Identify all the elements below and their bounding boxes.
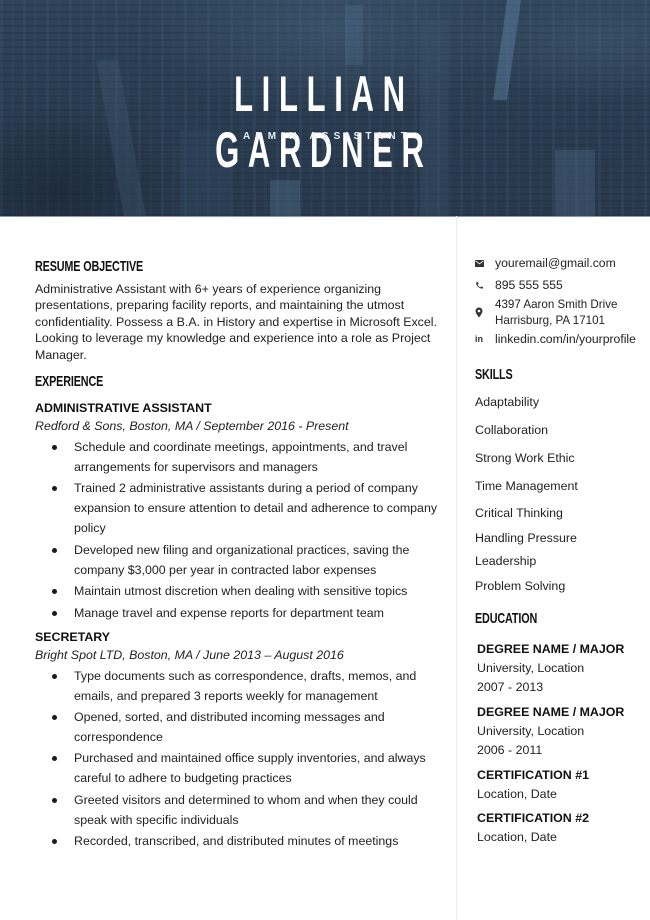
job-bullets: Schedule and coordinate meetings, appoin… <box>35 437 440 623</box>
certification-title: CERTIFICATION #1 <box>477 768 589 783</box>
bullet-item: Type documents such as correspondence, d… <box>35 666 440 706</box>
contact-linkedin: in linkedin.com/in/yourprofile <box>475 331 645 347</box>
sidebar-column: youremail@gmail.com 895 555 555 4397 Aar… <box>475 255 645 847</box>
background-building <box>555 150 595 216</box>
skill-item: Critical Thinking <box>475 506 563 521</box>
skill-item: Time Management <box>475 479 578 494</box>
bullet-item: Developed new filing and organizational … <box>35 540 440 580</box>
bullet-dot-icon <box>52 714 57 720</box>
candidate-name: LILLIAN GARDNER <box>215 66 433 178</box>
objective-section: RESUME OBJECTIVE Administrative Assistan… <box>35 257 440 363</box>
bullet-dot-icon <box>52 547 57 553</box>
skill-item: Adaptability <box>475 395 540 410</box>
bullet-item: Maintain utmost discretion when dealing … <box>35 581 440 601</box>
email-link[interactable]: youremail@gmail.com <box>495 255 616 271</box>
job-title: ADMINISTRATIVE ASSISTANT <box>35 401 212 416</box>
skills-heading: SKILLS <box>475 366 513 384</box>
contact-phone: 895 555 555 <box>475 277 645 293</box>
experience-heading: EXPERIENCE <box>35 373 104 391</box>
map-pin-icon <box>475 297 495 328</box>
linkedin-link[interactable]: linkedin.com/in/yourprofile <box>495 331 636 347</box>
address-line-1: 4397 Aaron Smith Drive <box>495 298 618 311</box>
job-entry: SECRETARY Bright Spot LTD, Boston, MA / … <box>35 628 440 852</box>
phone-number[interactable]: 895 555 555 <box>495 277 563 293</box>
skill-item: Handling Pressure <box>475 531 577 546</box>
degree-dates: 2007 - 2013 <box>477 680 544 695</box>
bullet-dot-icon <box>52 445 57 451</box>
experience-section: EXPERIENCE ADMINISTRATIVE ASSISTANT Redf… <box>35 372 440 851</box>
skills-section: SKILLS Adaptability Collaboration Strong… <box>475 365 645 595</box>
bullet-dot-icon <box>52 610 57 616</box>
bullet-dot-icon <box>52 839 57 845</box>
job-entry: ADMINISTRATIVE ASSISTANT Redford & Sons,… <box>35 399 440 623</box>
contact-email: youremail@gmail.com <box>475 255 645 271</box>
resume-header: LILLIAN GARDNER ADMIN ASSISTANT <box>0 0 650 217</box>
skill-item: Collaboration <box>475 423 549 438</box>
degree-school: University, Location <box>477 724 585 739</box>
bullet-item: Trained 2 administrative assistants duri… <box>35 478 440 538</box>
job-company-dates: Redford & Sons, Boston, MA / September 2… <box>35 419 349 434</box>
certification-entry: CERTIFICATION #2 Location, Date <box>477 809 645 847</box>
background-building <box>270 180 300 216</box>
education-section: EDUCATION DEGREE NAME / MAJOR University… <box>475 609 645 847</box>
contact-address: 4397 Aaron Smith Drive Harrisburg, PA 17… <box>475 297 645 328</box>
education-heading: EDUCATION <box>475 610 538 628</box>
certification-title: CERTIFICATION #2 <box>477 811 589 826</box>
linkedin-icon: in <box>475 334 483 345</box>
phone-icon <box>475 277 495 293</box>
certification-details: Location, Date <box>477 830 557 845</box>
bullet-dot-icon <box>52 797 57 803</box>
address-text: 4397 Aaron Smith Drive Harrisburg, PA 17… <box>495 297 617 328</box>
skill-item: Leadership <box>475 554 537 569</box>
degree-title: DEGREE NAME / MAJOR <box>477 705 625 720</box>
bullet-item: Recorded, transcribed, and distributed m… <box>35 831 440 851</box>
bullet-item: Manage travel and expense reports for de… <box>35 603 440 623</box>
background-building <box>345 5 363 65</box>
job-title: SECRETARY <box>35 629 111 644</box>
certification-entry: CERTIFICATION #1 Location, Date <box>477 766 645 804</box>
skill-item: Strong Work Ethic <box>475 451 575 466</box>
bullet-dot-icon <box>52 673 57 679</box>
bullet-dot-icon <box>52 486 57 492</box>
certification-details: Location, Date <box>477 787 557 802</box>
bullet-dot-icon <box>52 589 57 595</box>
bullet-item: Opened, sorted, and distributed incoming… <box>35 707 440 747</box>
objective-text: Administrative Assistant with 6+ years o… <box>35 282 437 362</box>
main-column: RESUME OBJECTIVE Administrative Assistan… <box>35 257 440 853</box>
bullet-item: Greeted visitors and determined to whom … <box>35 790 440 830</box>
degree-dates: 2006 - 2011 <box>477 743 543 758</box>
candidate-job-title: ADMIN ASSISTANT <box>242 131 413 142</box>
bullet-item: Purchased and maintained office supply i… <box>35 748 440 788</box>
degree-school: University, Location <box>477 661 585 676</box>
education-entry: DEGREE NAME / MAJOR University, Location… <box>477 640 645 697</box>
objective-heading: RESUME OBJECTIVE <box>35 258 144 275</box>
contact-section: youremail@gmail.com 895 555 555 4397 Aar… <box>475 255 645 347</box>
envelope-icon <box>475 255 495 271</box>
column-divider <box>456 216 457 920</box>
degree-title: DEGREE NAME / MAJOR <box>477 642 625 657</box>
education-entry: DEGREE NAME / MAJOR University, Location… <box>477 703 645 760</box>
job-company-dates: Bright Spot LTD, Boston, MA / June 2013 … <box>35 647 344 662</box>
bullet-dot-icon <box>52 756 57 762</box>
skill-item: Problem Solving <box>475 579 566 594</box>
address-line-2: Harrisburg, PA 17101 <box>495 313 605 327</box>
job-bullets: Type documents such as correspondence, d… <box>35 666 440 852</box>
bullet-item: Schedule and coordinate meetings, appoin… <box>35 437 440 477</box>
